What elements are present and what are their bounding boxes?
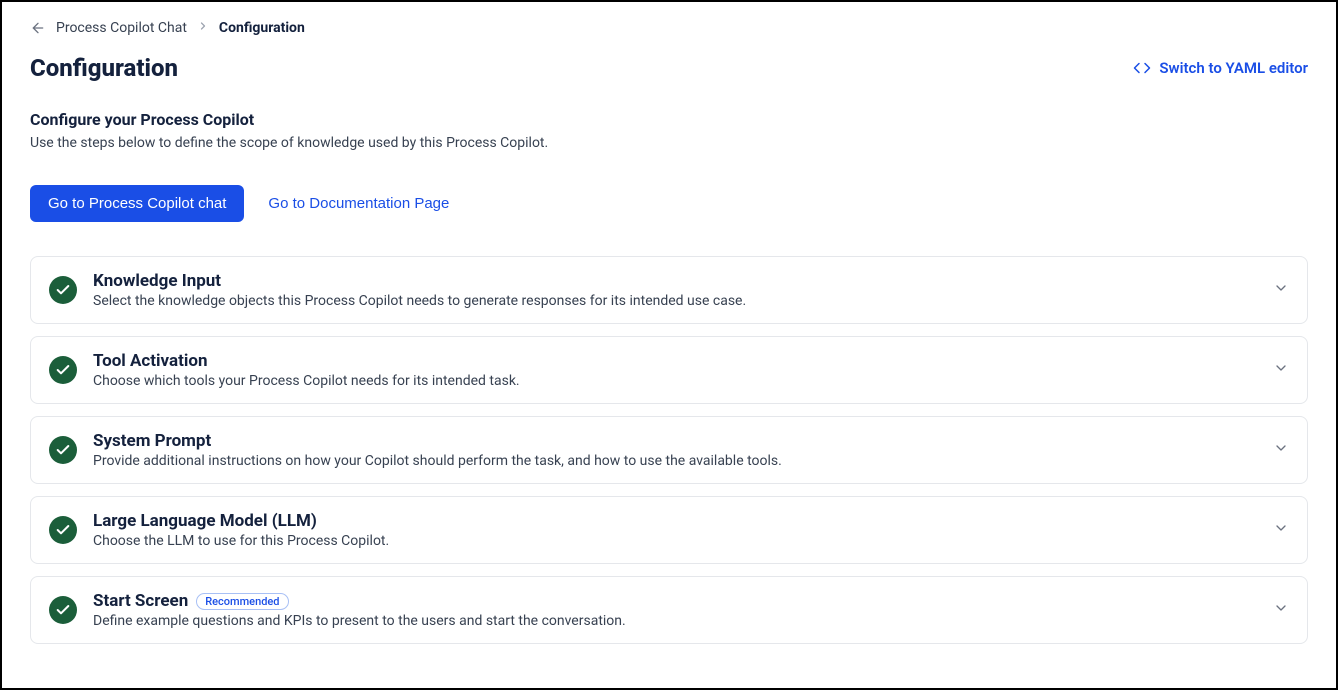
section-title: Large Language Model (LLM) — [93, 511, 317, 531]
breadcrumb-current: Configuration — [219, 20, 305, 36]
section-description: Choose the LLM to use for this Process C… — [93, 533, 1257, 549]
intro-subtitle: Configure your Process Copilot — [30, 110, 1308, 129]
section-title: Start Screen — [93, 591, 188, 611]
yaml-link-label: Switch to YAML editor — [1159, 59, 1308, 77]
recommended-badge: Recommended — [196, 593, 288, 610]
sections-list: Knowledge Input Select the knowledge obj… — [30, 256, 1308, 644]
chevron-right-icon — [197, 20, 209, 36]
go-to-docs-link[interactable]: Go to Documentation Page — [268, 195, 449, 212]
section-title: Tool Activation — [93, 351, 208, 371]
breadcrumb: Process Copilot Chat Configuration — [30, 20, 1308, 36]
check-icon — [49, 516, 77, 544]
intro-description: Use the steps below to define the scope … — [30, 135, 1308, 151]
section-tool-activation[interactable]: Tool Activation Choose which tools your … — [30, 336, 1308, 404]
section-system-prompt[interactable]: System Prompt Provide additional instruc… — [30, 416, 1308, 484]
check-icon — [49, 276, 77, 304]
section-description: Select the knowledge objects this Proces… — [93, 293, 1257, 309]
section-description: Provide additional instructions on how y… — [93, 453, 1257, 469]
check-icon — [49, 596, 77, 624]
section-description: Define example questions and KPIs to pre… — [93, 613, 1257, 629]
section-description: Choose which tools your Process Copilot … — [93, 373, 1257, 389]
section-knowledge-input[interactable]: Knowledge Input Select the knowledge obj… — [30, 256, 1308, 324]
section-start-screen[interactable]: Start Screen Recommended Define example … — [30, 576, 1308, 644]
back-arrow-icon[interactable] — [30, 20, 46, 36]
chevron-down-icon — [1273, 520, 1289, 540]
section-title: System Prompt — [93, 431, 211, 451]
page-title: Configuration — [30, 54, 178, 82]
switch-to-yaml-link[interactable]: Switch to YAML editor — [1133, 59, 1308, 77]
chevron-down-icon — [1273, 280, 1289, 300]
breadcrumb-parent[interactable]: Process Copilot Chat — [56, 20, 187, 36]
check-icon — [49, 356, 77, 384]
go-to-chat-button[interactable]: Go to Process Copilot chat — [30, 185, 244, 222]
chevron-down-icon — [1273, 440, 1289, 460]
chevron-down-icon — [1273, 360, 1289, 380]
section-title: Knowledge Input — [93, 271, 221, 291]
check-icon — [49, 436, 77, 464]
chevron-down-icon — [1273, 600, 1289, 620]
section-llm[interactable]: Large Language Model (LLM) Choose the LL… — [30, 496, 1308, 564]
